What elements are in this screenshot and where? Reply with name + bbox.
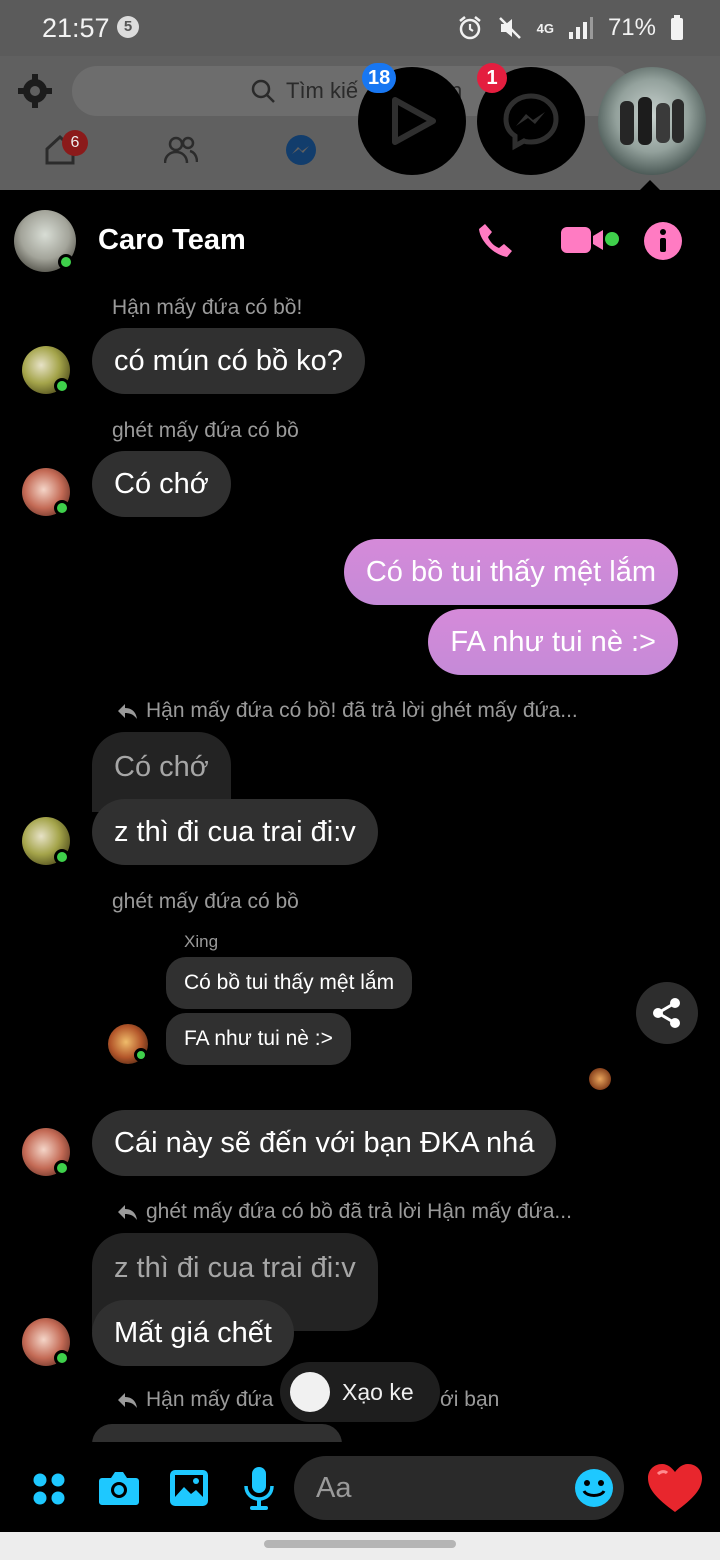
sender-name: ghét mấy đứa có bồ xyxy=(112,419,299,442)
video-badge: 18 xyxy=(362,63,397,93)
reply-info: Hận mấy đứa có bồ! đã trả lời ghét mấy đ… xyxy=(116,699,578,723)
online-indicator xyxy=(54,1350,70,1366)
mute-icon xyxy=(498,17,521,39)
video-available-dot xyxy=(605,232,619,246)
info-icon[interactable] xyxy=(644,222,682,260)
camera-icon[interactable] xyxy=(98,1470,140,1506)
online-indicator xyxy=(54,1160,70,1176)
battery-icon xyxy=(671,15,683,40)
my-message-bubble[interactable]: FA như tui nè :> xyxy=(428,609,678,675)
online-indicator xyxy=(54,378,70,394)
search-icon xyxy=(251,79,275,103)
messenger-tab-icon[interactable] xyxy=(284,134,318,168)
forwarded-message[interactable]: Có bồ tui thấy mệt lắm xyxy=(166,957,413,1009)
play-icon xyxy=(392,97,436,145)
chat-panel: Caro Team Hận mấy đứa có bồ! có mún có b… xyxy=(0,190,720,1532)
sender-name: Hận mấy đứa có bồ! xyxy=(112,296,303,319)
messenger-badge: 1 xyxy=(477,63,507,93)
message-bubble[interactable]: có mún có bồ ko? xyxy=(92,328,365,394)
forward-author: Xing xyxy=(184,932,219,951)
reply-info: Hận mấy đứa xyxy=(116,1388,273,1412)
reply-icon xyxy=(118,1205,137,1220)
reply-info-text-tail: ới bạn xyxy=(440,1388,500,1411)
battery-percent: 71% xyxy=(607,14,656,41)
message-bubble[interactable]: Mất giá chết xyxy=(92,1300,294,1366)
group-photo-chat-head[interactable] xyxy=(598,67,706,175)
alarm-icon xyxy=(458,16,481,40)
messenger-chat-head[interactable]: 1 xyxy=(477,63,585,175)
status-time: 21:57 xyxy=(42,13,110,43)
messenger-icon xyxy=(503,93,559,151)
reply-info-text: Hận mấy đứa có bồ! đã trả lời ghét mấy đ… xyxy=(146,699,578,722)
signal-icon xyxy=(568,17,593,39)
chat-header: Caro Team xyxy=(0,190,720,290)
reply-info-text: Hận mấy đứa xyxy=(146,1388,274,1411)
friends-tab-icon[interactable] xyxy=(164,134,198,166)
online-indicator xyxy=(58,254,74,270)
message-input[interactable]: Aa xyxy=(294,1456,624,1520)
search-placeholder: Tìm kiế xyxy=(286,78,359,103)
reply-icon xyxy=(118,1393,137,1408)
video-call-icon[interactable] xyxy=(560,224,606,256)
online-indicator xyxy=(54,849,70,865)
network-type: 4G xyxy=(536,20,554,36)
online-indicator xyxy=(134,1048,148,1062)
toast-text: Xạo ke xyxy=(342,1378,414,1405)
toast-avatar xyxy=(290,1372,330,1412)
video-chat-head[interactable]: 18 xyxy=(358,63,466,175)
gallery-icon[interactable] xyxy=(169,1469,209,1507)
status-icons: 4G 71% xyxy=(457,12,684,44)
reply-info: ghét mấy đứa có bồ đã trả lời Hận mấy đứ… xyxy=(116,1200,572,1224)
home-gesture-handle[interactable] xyxy=(264,1540,456,1548)
share-icon xyxy=(653,998,680,1028)
phone-icon[interactable] xyxy=(476,220,516,260)
chat-title[interactable]: Caro Team xyxy=(98,224,246,257)
more-apps-icon[interactable] xyxy=(32,1472,66,1506)
message-input-placeholder: Aa xyxy=(316,1472,352,1504)
reply-icon xyxy=(118,704,137,719)
sender-name: ghét mấy đứa có bồ xyxy=(112,890,299,913)
composer: Aa xyxy=(0,1442,720,1532)
emoji-icon[interactable] xyxy=(574,1468,614,1508)
seen-avatar xyxy=(589,1068,611,1090)
notification-count-badge: 5 xyxy=(117,16,139,38)
toast-notification[interactable]: Xạo ke xyxy=(280,1362,440,1422)
forwarded-message[interactable]: FA như tui nè :> xyxy=(166,1013,351,1065)
microphone-icon[interactable] xyxy=(244,1466,274,1510)
my-message-bubble[interactable]: Có bồ tui thấy mệt lắm xyxy=(343,539,678,605)
online-indicator xyxy=(54,500,70,516)
reply-info-text: ghét mấy đứa có bồ đã trả lời Hận mấy đứ… xyxy=(146,1200,572,1223)
message-bubble[interactable]: Cái này sẽ đến với bạn ĐKA nhá xyxy=(92,1110,557,1176)
heart-icon[interactable] xyxy=(646,1462,704,1514)
gear-icon[interactable] xyxy=(16,72,54,110)
system-navigation-bar xyxy=(0,1532,720,1560)
home-tab-badge: 6 xyxy=(62,130,88,156)
share-button[interactable] xyxy=(636,982,698,1044)
message-bubble[interactable]: Có chớ xyxy=(92,451,231,517)
status-bar: 21:57 5 4G 71% xyxy=(0,0,720,56)
message-bubble[interactable]: z thì đi cua trai đi:v xyxy=(92,799,378,865)
